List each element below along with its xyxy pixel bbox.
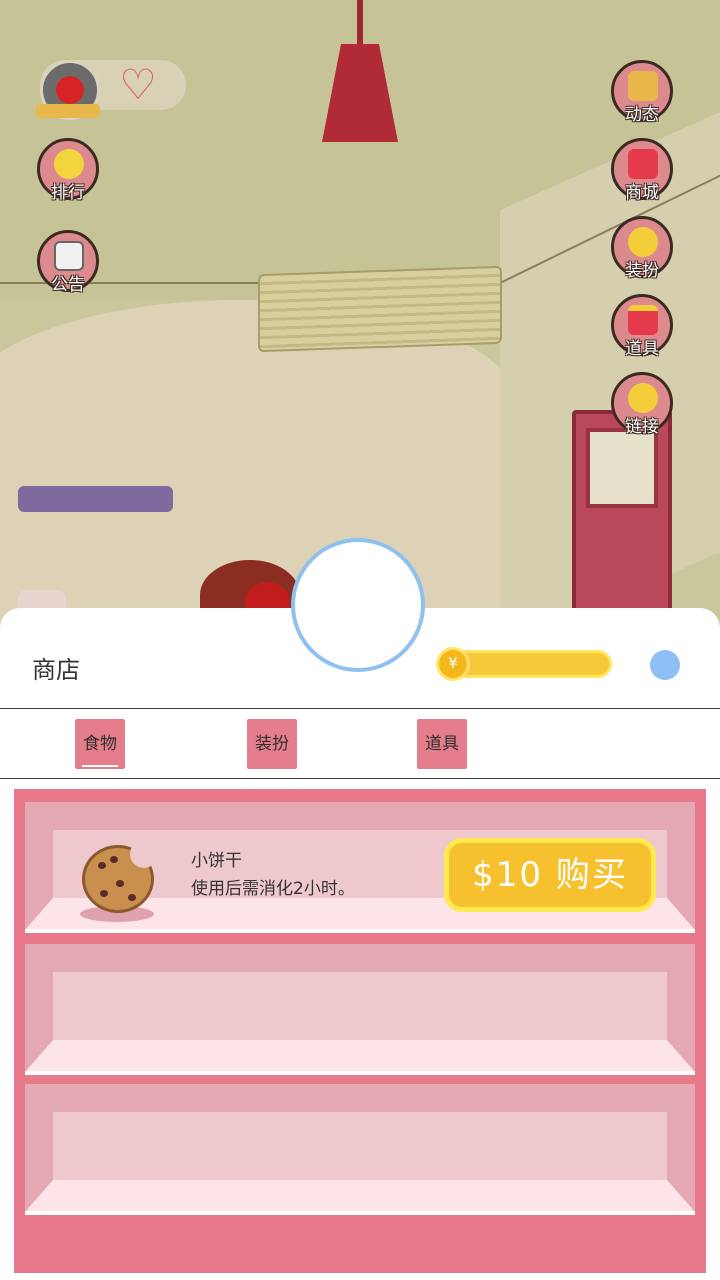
- tab-dressup[interactable]: 装扮: [247, 719, 297, 769]
- tab-food[interactable]: 食物: [75, 719, 125, 769]
- coin-icon: ¥: [436, 647, 470, 681]
- link-label: 链接: [625, 417, 659, 437]
- item-description: 使用后需消化2小时。: [191, 879, 355, 899]
- divider: [0, 778, 720, 779]
- cookie-chip: [98, 862, 106, 869]
- dressup-label: 装扮: [625, 261, 659, 281]
- add-coin-button[interactable]: [650, 650, 680, 680]
- air-conditioner: [258, 265, 502, 353]
- cookie-chip: [128, 894, 136, 901]
- shelf-floor: [25, 1040, 695, 1072]
- link-button[interactable]: 链接: [611, 372, 673, 437]
- divider: [0, 708, 720, 709]
- activity-button[interactable]: 动态: [611, 60, 673, 125]
- props-label: 道具: [625, 339, 659, 359]
- chick-link-icon: [628, 383, 658, 413]
- angry-bird-icon: [56, 76, 84, 104]
- window-icon: [628, 71, 658, 101]
- activity-label: 动态: [625, 105, 659, 125]
- mall-label: 商城: [625, 183, 659, 203]
- shelf-lip: [25, 929, 695, 933]
- shelf-back: [53, 972, 667, 1048]
- pet-portrait-circle: [291, 538, 425, 672]
- cookie-chip: [100, 890, 108, 897]
- heart-icon[interactable]: ♡: [115, 64, 161, 106]
- chick-crown-icon: [54, 149, 84, 179]
- clipboard-icon: [54, 241, 84, 271]
- shelf-row: [25, 1084, 695, 1215]
- clover-icon: [628, 227, 658, 257]
- notice-label: 公告: [51, 275, 85, 295]
- gift-box-icon: [628, 305, 658, 335]
- props-button[interactable]: 道具: [611, 294, 673, 359]
- notice-button[interactable]: 公告: [37, 230, 99, 295]
- rank-button[interactable]: 排行: [37, 138, 99, 203]
- coat-rack: [18, 486, 173, 512]
- shelf-lip: [25, 1071, 695, 1075]
- cookie-bite: [130, 840, 158, 868]
- shelf-lip: [25, 1211, 695, 1215]
- avatar-ribbon: [36, 104, 100, 118]
- shelf-floor: [25, 1180, 695, 1212]
- shop-title: 商店: [32, 656, 80, 684]
- door-window: [586, 428, 658, 508]
- tab-props[interactable]: 道具: [417, 719, 467, 769]
- mall-button[interactable]: 商城: [611, 138, 673, 203]
- dressup-button[interactable]: 装扮: [611, 216, 673, 281]
- cookie-chip: [116, 880, 124, 887]
- buy-button[interactable]: $10 购买: [444, 838, 656, 912]
- item-name: 小饼干: [191, 851, 242, 871]
- lamp-cord: [357, 0, 363, 48]
- shopping-bag-icon: [628, 149, 658, 179]
- shelf-back: [53, 1112, 667, 1188]
- shelf-row: [25, 944, 695, 1075]
- tab-food-indicator: [82, 765, 118, 767]
- cookie-chip: [110, 856, 118, 863]
- rank-label: 排行: [51, 183, 85, 203]
